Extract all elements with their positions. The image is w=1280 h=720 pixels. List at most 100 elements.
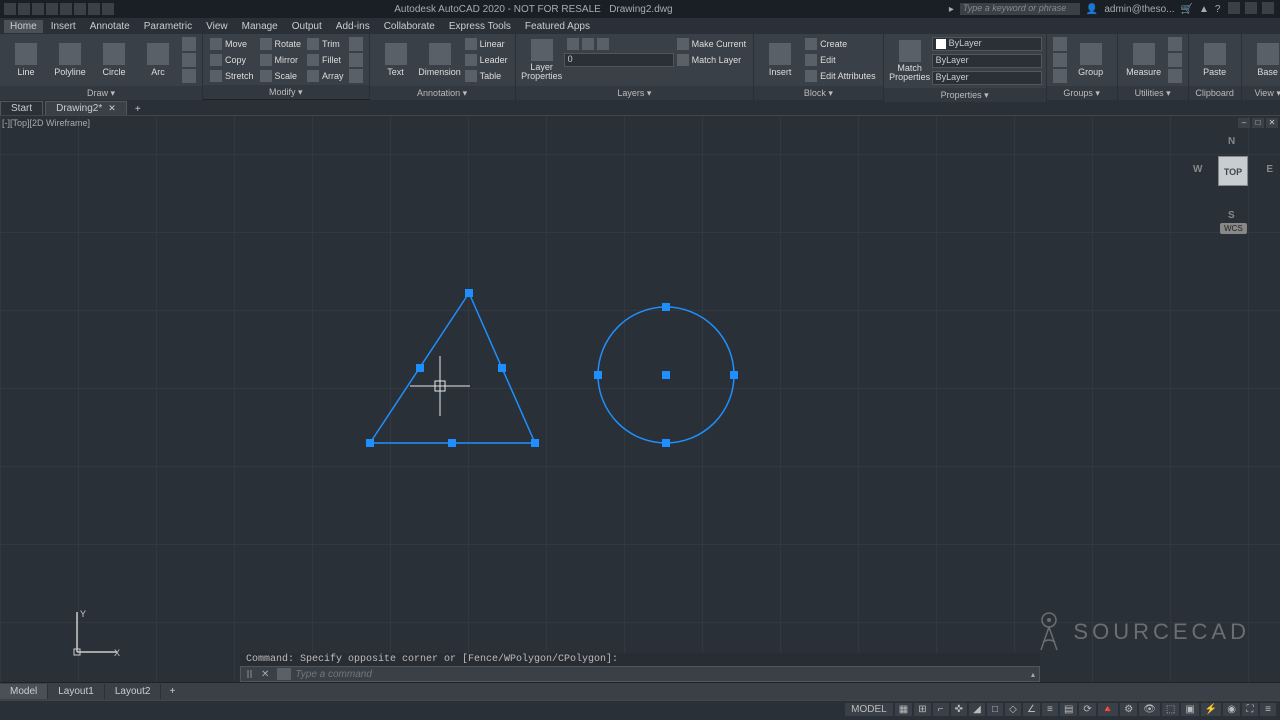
tab-start[interactable]: Start xyxy=(0,101,43,115)
layout-add-button[interactable]: + xyxy=(161,686,183,697)
fillet-button[interactable]: Fillet xyxy=(304,52,347,67)
maximize-icon[interactable] xyxy=(1245,2,1257,14)
ucs-icon[interactable]: X Y xyxy=(72,607,122,657)
viewcube-south[interactable]: S xyxy=(1228,210,1235,221)
base-button[interactable]: Base xyxy=(1246,36,1280,84)
clean-screen-icon[interactable]: ⛶ xyxy=(1242,703,1258,716)
tab-parametric[interactable]: Parametric xyxy=(138,20,198,33)
group-icon3[interactable] xyxy=(1053,69,1067,83)
command-input[interactable] xyxy=(295,669,1027,680)
viewcube-north[interactable]: N xyxy=(1228,136,1235,147)
isolate-icon[interactable]: ◉ xyxy=(1223,703,1240,716)
customize-icon[interactable]: ≡ xyxy=(1260,703,1276,716)
layout-model[interactable]: Model xyxy=(0,684,48,699)
match-properties-button[interactable]: Match Properties xyxy=(888,37,932,85)
color-dropdown[interactable]: ByLayer xyxy=(932,37,1042,51)
hardware-accel-icon[interactable]: ⚡ xyxy=(1201,703,1221,716)
transparency-icon[interactable]: ▤ xyxy=(1060,703,1077,716)
new-tab-button[interactable]: + xyxy=(129,104,147,115)
cmd-handle-icon[interactable] xyxy=(241,670,257,678)
hatch-icon[interactable] xyxy=(182,69,196,83)
close-icon[interactable] xyxy=(1262,2,1274,14)
grip[interactable] xyxy=(662,303,670,311)
polyline-button[interactable]: Polyline xyxy=(48,36,92,84)
drawing-canvas[interactable]: [-][Top][2D Wireframe] – □ ✕ xyxy=(0,116,1280,682)
panel-groups-title[interactable]: Groups ▾ xyxy=(1047,86,1117,100)
viewcube-east[interactable]: E xyxy=(1266,164,1273,175)
leader-button[interactable]: Leader xyxy=(462,53,511,68)
dimension-button[interactable]: Dimension xyxy=(418,36,462,84)
linetype-dropdown[interactable]: ByLayer xyxy=(932,71,1042,85)
minimize-icon[interactable] xyxy=(1228,2,1240,14)
lineweight-icon[interactable]: ≡ xyxy=(1042,703,1058,716)
grip[interactable] xyxy=(416,364,424,372)
panel-clipboard-title[interactable]: Clipboard xyxy=(1189,86,1241,100)
tab-view[interactable]: View xyxy=(200,20,234,33)
app-store-icon[interactable]: 🛒 xyxy=(1181,4,1193,15)
insert-button[interactable]: Insert xyxy=(758,36,802,84)
layout-1[interactable]: Layout1 xyxy=(48,684,105,699)
edit-attr-button[interactable]: Edit Attributes xyxy=(802,69,879,84)
move-button[interactable]: Move xyxy=(207,36,257,51)
grip[interactable] xyxy=(662,371,670,379)
arc-button[interactable]: Arc xyxy=(136,36,180,84)
qat-save-icon[interactable] xyxy=(46,3,58,15)
cmd-close-icon[interactable]: ✕ xyxy=(257,669,273,680)
group-button[interactable]: Group xyxy=(1069,36,1113,84)
user-name[interactable]: admin@theso... xyxy=(1104,4,1174,15)
ortho-toggle-icon[interactable]: ⌐ xyxy=(933,703,949,716)
paste-button[interactable]: Paste xyxy=(1193,36,1237,84)
panel-utilities-title[interactable]: Utilities ▾ xyxy=(1118,86,1188,100)
help-icon[interactable]: ? xyxy=(1215,4,1221,15)
mirror-button[interactable]: Mirror xyxy=(257,52,305,67)
scale-button[interactable]: Scale xyxy=(257,68,305,83)
tab-close-icon[interactable]: ✕ xyxy=(108,103,116,114)
create-block-button[interactable]: Create xyxy=(802,37,879,52)
erase-icon[interactable] xyxy=(349,37,363,51)
panel-annotation-title[interactable]: Annotation ▾ xyxy=(370,86,515,100)
grip[interactable] xyxy=(465,289,473,297)
tab-manage[interactable]: Manage xyxy=(236,20,284,33)
tab-express[interactable]: Express Tools xyxy=(443,20,517,33)
tab-featured[interactable]: Featured Apps xyxy=(519,20,596,33)
grip[interactable] xyxy=(662,439,670,447)
grip[interactable] xyxy=(448,439,456,447)
util-icon1[interactable] xyxy=(1168,37,1182,51)
grip[interactable] xyxy=(531,439,539,447)
tab-addins[interactable]: Add-ins xyxy=(330,20,376,33)
lineweight-dropdown[interactable]: ByLayer xyxy=(932,54,1042,68)
layout-2[interactable]: Layout2 xyxy=(105,684,162,699)
model-space-button[interactable]: MODEL xyxy=(845,703,893,716)
copy-button[interactable]: Copy xyxy=(207,52,257,67)
qat-plot-icon[interactable] xyxy=(74,3,86,15)
tab-home[interactable]: Home xyxy=(4,20,43,33)
rect-icon[interactable] xyxy=(182,37,196,51)
rotate-button[interactable]: Rotate xyxy=(257,36,305,51)
tab-drawing2[interactable]: Drawing2* ✕ xyxy=(45,101,127,115)
panel-properties-title[interactable]: Properties ▾ xyxy=(884,88,1046,102)
layer-properties-button[interactable]: Layer Properties xyxy=(520,36,564,84)
cycling-icon[interactable]: ⟳ xyxy=(1079,703,1095,716)
explode-icon[interactable] xyxy=(349,53,363,67)
make-current-button[interactable]: Make Current xyxy=(674,37,750,52)
group-icon2[interactable] xyxy=(1053,53,1067,67)
grip[interactable] xyxy=(730,371,738,379)
qat-saveas-icon[interactable] xyxy=(60,3,72,15)
util-icon2[interactable] xyxy=(1168,53,1182,67)
table-button[interactable]: Table xyxy=(462,69,511,84)
circle-button[interactable]: Circle xyxy=(92,36,136,84)
match-layer-button[interactable]: Match Layer xyxy=(674,53,750,68)
osnap-toggle-icon[interactable]: □ xyxy=(987,703,1003,716)
layer-dropdown[interactable]: 0 xyxy=(564,53,674,67)
annotation-monitor-icon[interactable]: 👁 xyxy=(1139,703,1160,716)
stretch-button[interactable]: Stretch xyxy=(207,68,257,83)
qat-open-icon[interactable] xyxy=(32,3,44,15)
viewcube-wcs[interactable]: WCS xyxy=(1220,223,1247,234)
measure-button[interactable]: Measure xyxy=(1122,36,1166,84)
qat-new-icon[interactable] xyxy=(18,3,30,15)
polar-toggle-icon[interactable]: ✜ xyxy=(951,703,967,716)
units-icon[interactable]: ⬚ xyxy=(1162,703,1179,716)
quick-properties-icon[interactable]: ▣ xyxy=(1181,703,1198,716)
viewcube[interactable]: N S W E TOP WCS xyxy=(1198,136,1268,206)
grip[interactable] xyxy=(366,439,374,447)
